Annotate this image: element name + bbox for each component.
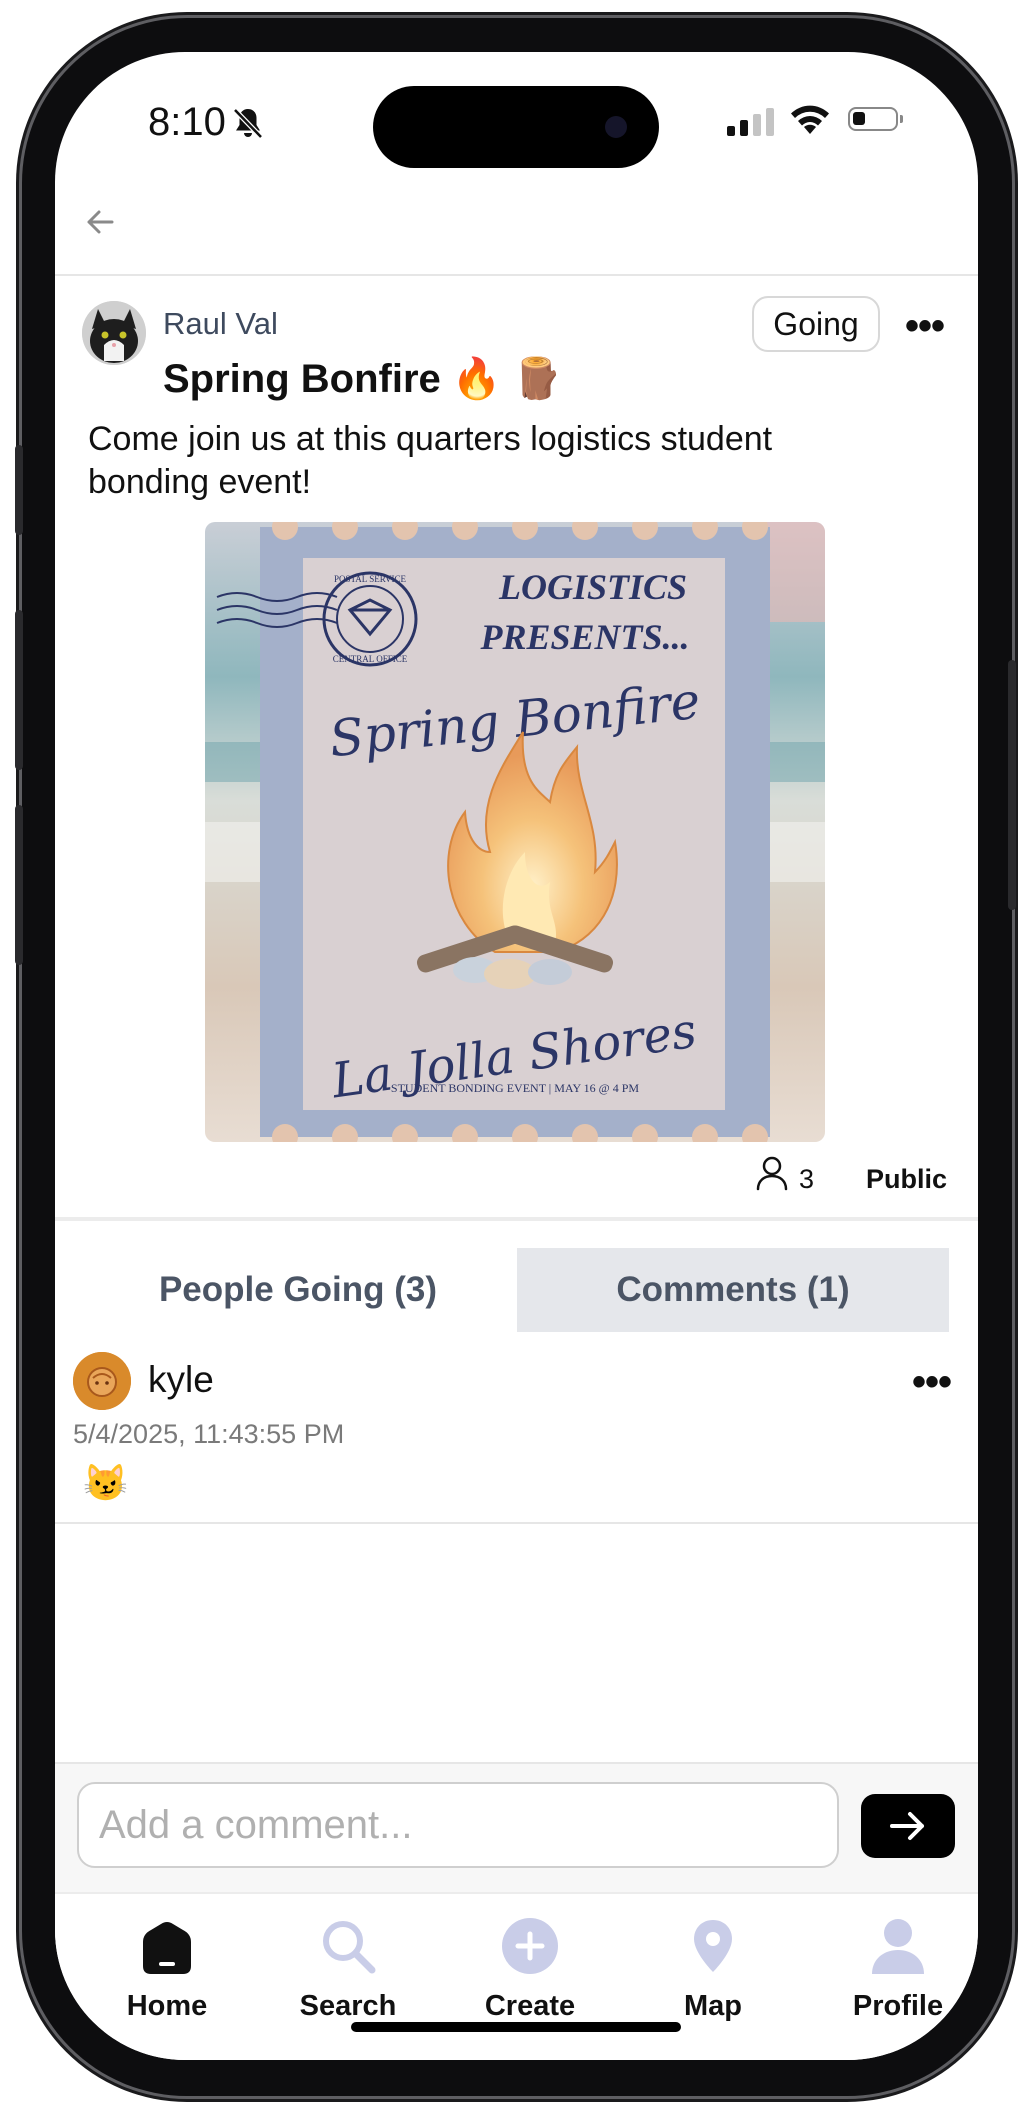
nav-search-label: Search — [299, 1990, 397, 2022]
postmark-top-text: POSTAL SERVICE — [334, 574, 406, 584]
comment-divider — [55, 1522, 978, 1524]
search-icon — [323, 1921, 376, 1974]
screen: 8:10 Raul Val Going ••• Spring Bonfire 🔥… — [55, 52, 978, 2060]
more-options-icon[interactable]: ••• — [905, 306, 945, 346]
tab-people-going[interactable]: People Going (3) — [83, 1248, 513, 1332]
author-avatar[interactable] — [82, 301, 146, 365]
post-divider — [55, 1217, 978, 1221]
poster-footer: STUDENT BONDING EVENT | MAY 16 @ 4 PM — [391, 1081, 639, 1095]
cellular-signal-icon — [727, 108, 774, 136]
front-camera — [605, 116, 627, 138]
poster-heading-line1: LOGISTICS — [498, 567, 687, 607]
home-icon — [143, 1922, 191, 1974]
nav-search[interactable]: Search — [273, 1912, 423, 2023]
comment-input[interactable] — [77, 1782, 839, 1868]
arrow-right-icon — [890, 1812, 924, 1840]
attendees-count: 3 — [799, 1164, 815, 1194]
battery-icon — [848, 107, 903, 131]
profile-icon — [872, 1919, 924, 1974]
going-button[interactable]: Going — [752, 296, 880, 352]
author-name[interactable]: Raul Val — [163, 306, 278, 342]
map-pin-icon — [694, 1920, 732, 1972]
volume-down-button — [15, 805, 23, 965]
volume-up-button — [15, 610, 23, 770]
home-indicator — [351, 2022, 681, 2032]
nav-home-label: Home — [126, 1990, 208, 2022]
plus-circle-icon — [502, 1918, 558, 1974]
nav-home[interactable]: Home — [92, 1912, 242, 2023]
nav-map[interactable]: Map — [638, 1912, 788, 2023]
power-button — [1008, 660, 1016, 910]
comment-more-options-icon[interactable]: ••• — [912, 1362, 952, 1402]
nav-profile-label: Profile — [852, 1990, 944, 2022]
status-time: 8:10 — [148, 100, 226, 144]
postmark-bottom-text: CENTRAL OFFICE — [333, 654, 408, 664]
action-button — [15, 445, 23, 535]
back-arrow-icon[interactable] — [80, 202, 120, 242]
dynamic-island — [373, 86, 659, 168]
commenter-username[interactable]: kyle — [148, 1359, 214, 1401]
commenter-avatar[interactable] — [73, 1352, 131, 1410]
header-divider — [55, 274, 978, 276]
attendees-person-icon — [756, 1156, 788, 1191]
comment-body: 😼 — [83, 1462, 128, 1503]
event-description: Come join us at this quarters logistics … — [88, 420, 773, 501]
poster-heading-line2: PRESENTS... — [479, 617, 689, 657]
nav-map-label: Map — [684, 1990, 742, 2022]
nav-profile[interactable]: Profile — [823, 1912, 973, 2023]
nav-create[interactable]: Create — [455, 1912, 605, 2023]
wifi-icon — [791, 105, 829, 134]
comment-timestamp: 5/4/2025, 11:43:55 PM — [73, 1419, 345, 1449]
event-poster-image[interactable]: POSTAL SERVICE CENTRAL OFFICE LOGISTICS … — [205, 522, 825, 1142]
tab-comments[interactable]: Comments (1) — [517, 1248, 949, 1332]
send-button[interactable] — [861, 1794, 955, 1858]
status-bar: 8:10 — [55, 52, 978, 192]
nav-create-label: Create — [484, 1990, 576, 2022]
visibility-label: Public — [866, 1164, 948, 1194]
bell-slash-icon — [233, 108, 263, 139]
event-title: Spring Bonfire 🔥 🪵 — [163, 357, 563, 401]
